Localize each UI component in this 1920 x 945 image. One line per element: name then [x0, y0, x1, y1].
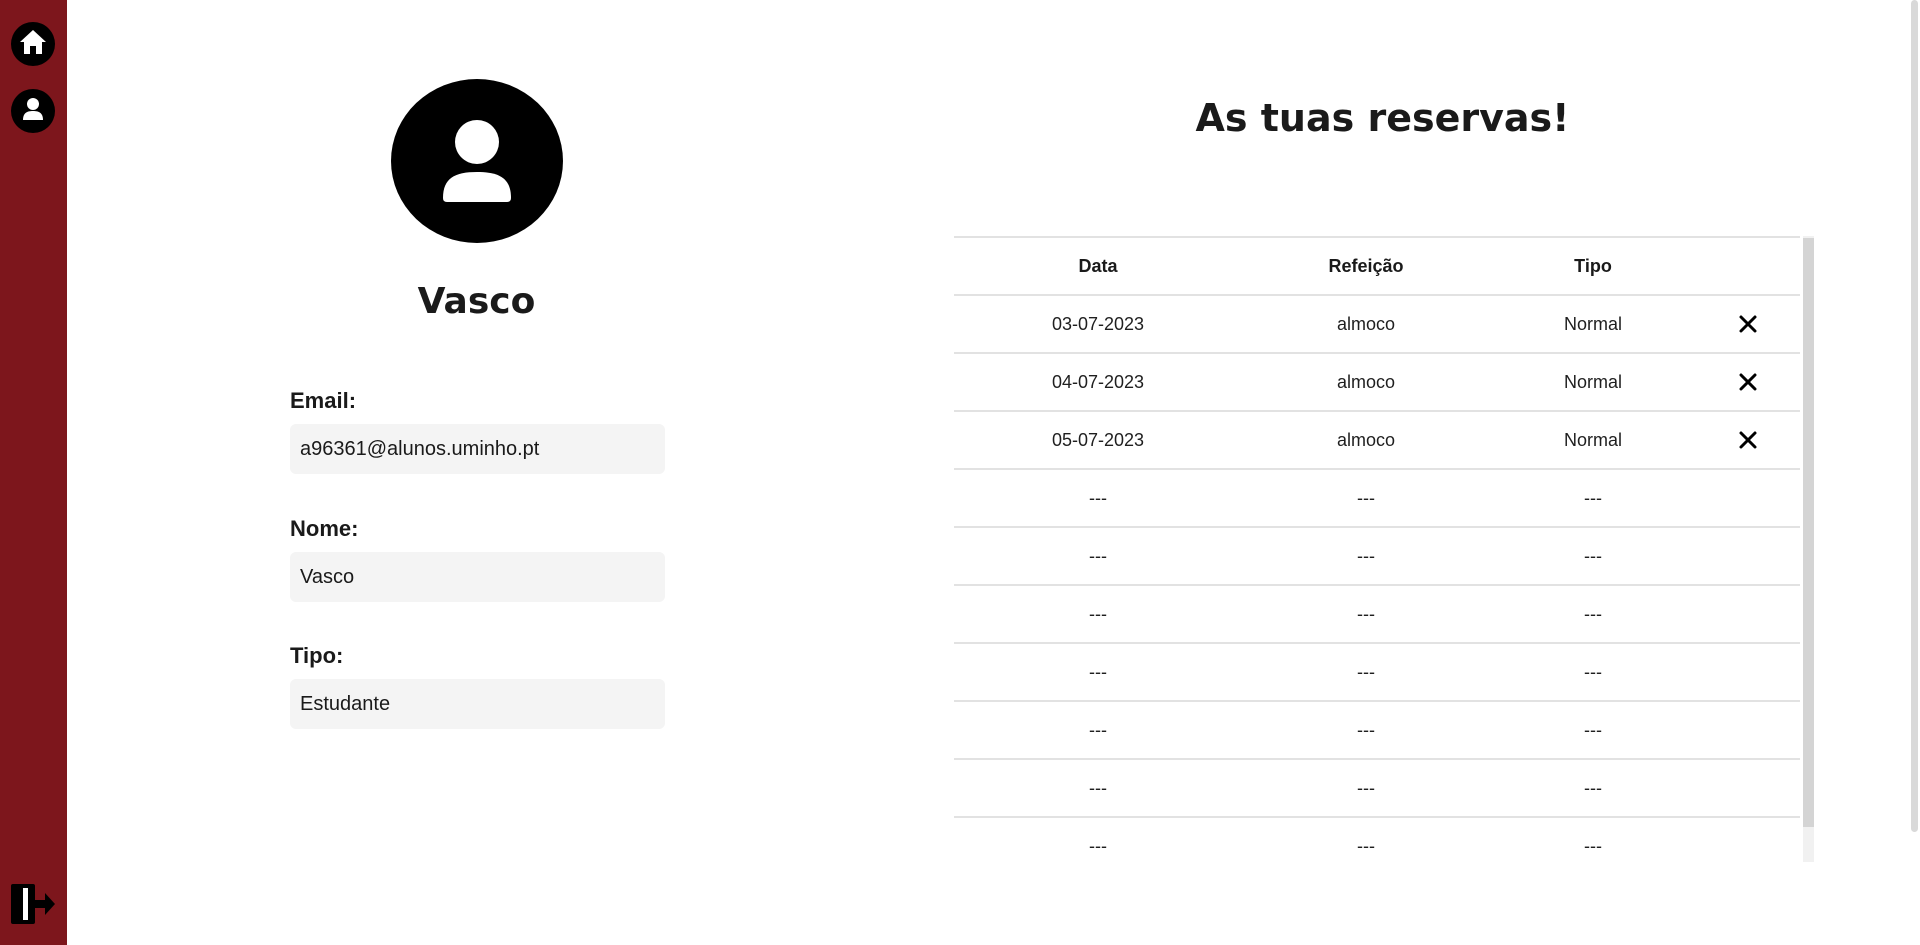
sidebar [0, 0, 67, 945]
user-avatar-icon [391, 79, 563, 243]
table-row: --- --- --- [954, 700, 1800, 759]
cell-data: --- [954, 642, 1242, 701]
cell-tipo: Normal [1490, 352, 1696, 411]
delete-reservation-button[interactable] [1733, 309, 1763, 339]
table-header-row: Data Refeição Tipo [954, 236, 1800, 295]
cell-tipo: --- [1490, 526, 1696, 585]
nome-field[interactable] [290, 552, 665, 602]
cell-refeicao: almoco [1242, 410, 1490, 469]
profile-name: Vasco [417, 281, 536, 322]
close-icon [1739, 315, 1757, 333]
cell-actions [1696, 468, 1800, 527]
cell-refeicao: --- [1242, 526, 1490, 585]
close-icon [1739, 431, 1757, 449]
cell-actions [1696, 642, 1800, 701]
table-scrollbar-thumb[interactable] [1803, 238, 1814, 827]
cell-refeicao: almoco [1242, 352, 1490, 411]
page-scrollbar[interactable] [1909, 0, 1920, 945]
cell-refeicao: --- [1242, 758, 1490, 817]
table-row: --- --- --- [954, 584, 1800, 643]
email-field[interactable] [290, 424, 665, 474]
delete-reservation-button[interactable] [1733, 425, 1763, 455]
cell-data: --- [954, 816, 1242, 862]
cell-refeicao: --- [1242, 642, 1490, 701]
table-row: 03-07-2023 almoco Normal [954, 294, 1800, 353]
cell-tipo: --- [1490, 468, 1696, 527]
table-row: --- --- --- [954, 468, 1800, 527]
logout-button[interactable] [9, 882, 57, 931]
cell-data: --- [954, 700, 1242, 759]
column-header-tipo: Tipo [1490, 236, 1696, 295]
home-icon [18, 28, 48, 61]
profile-button[interactable] [11, 89, 55, 133]
cell-refeicao: --- [1242, 816, 1490, 862]
cell-data: 04-07-2023 [954, 352, 1242, 411]
column-header-actions [1696, 236, 1800, 295]
cell-refeicao: --- [1242, 468, 1490, 527]
cell-tipo: Normal [1490, 294, 1696, 353]
tipo-label: Tipo: [290, 643, 344, 668]
reservations-table: Data Refeição Tipo 03-07-2023 almoco Nor… [954, 236, 1800, 862]
cell-actions [1696, 294, 1800, 353]
cell-refeicao: --- [1242, 584, 1490, 643]
cell-actions [1696, 352, 1800, 411]
page-scrollbar-thumb[interactable] [1911, 0, 1918, 832]
table-row: --- --- --- [954, 816, 1800, 862]
cell-tipo: --- [1490, 758, 1696, 817]
cell-data: 03-07-2023 [954, 294, 1242, 353]
tipo-field[interactable] [290, 679, 665, 729]
table-row: 05-07-2023 almoco Normal [954, 410, 1800, 469]
cell-refeicao: --- [1242, 700, 1490, 759]
cell-data: 05-07-2023 [954, 410, 1242, 469]
cell-actions [1696, 410, 1800, 469]
cell-tipo: --- [1490, 816, 1696, 862]
table-scrollbar[interactable] [1803, 236, 1814, 862]
cell-actions [1696, 816, 1800, 862]
cell-tipo: Normal [1490, 410, 1696, 469]
nome-label: Nome: [290, 516, 359, 541]
table-row: --- --- --- [954, 758, 1800, 817]
table-row: --- --- --- [954, 526, 1800, 585]
cell-actions [1696, 700, 1800, 759]
column-header-data: Data [954, 236, 1242, 295]
table-row: 04-07-2023 almoco Normal [954, 352, 1800, 411]
cell-actions [1696, 584, 1800, 643]
table-row: --- --- --- [954, 642, 1800, 701]
reservations-title: As tuas reservas! [1195, 96, 1570, 140]
logout-icon [9, 882, 57, 931]
cell-actions [1696, 526, 1800, 585]
close-icon [1739, 373, 1757, 391]
email-label: Email: [290, 388, 357, 413]
cell-tipo: --- [1490, 642, 1696, 701]
cell-data: --- [954, 468, 1242, 527]
cell-tipo: --- [1490, 700, 1696, 759]
column-header-refeicao: Refeição [1242, 236, 1490, 295]
cell-actions [1696, 758, 1800, 817]
user-icon [21, 96, 45, 127]
cell-tipo: --- [1490, 584, 1696, 643]
delete-reservation-button[interactable] [1733, 367, 1763, 397]
cell-refeicao: almoco [1242, 294, 1490, 353]
home-button[interactable] [11, 22, 55, 66]
cell-data: --- [954, 758, 1242, 817]
cell-data: --- [954, 584, 1242, 643]
cell-data: --- [954, 526, 1242, 585]
